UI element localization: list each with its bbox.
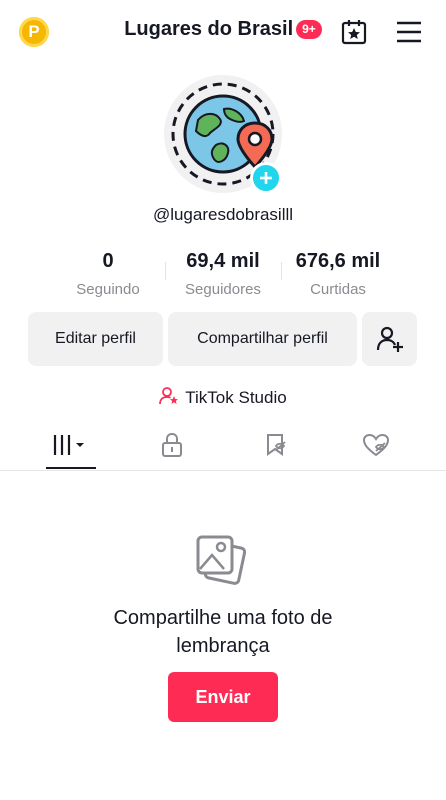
plus-icon: [260, 172, 272, 184]
stat-followers[interactable]: 69,4 mil Seguidores: [163, 250, 283, 298]
top-bar: P Lugares do Brasil 9+: [0, 0, 446, 64]
send-button[interactable]: Enviar: [168, 672, 278, 722]
edit-profile-button[interactable]: Editar perfil: [28, 312, 163, 366]
account-title[interactable]: Lugares do Brasil: [124, 18, 293, 40]
stat-following[interactable]: 0 Seguindo: [48, 250, 168, 298]
username: @lugaresdobrasilll: [152, 205, 294, 224]
grid-icon: [53, 435, 84, 455]
tab-private[interactable]: [122, 420, 222, 470]
add-friend-button[interactable]: [362, 312, 417, 366]
add-person-icon: [376, 326, 403, 352]
share-profile-button[interactable]: Compartilhar perfil: [168, 312, 357, 366]
tab-liked[interactable]: [326, 420, 426, 470]
stat-value: 69,4 mil: [186, 250, 260, 272]
title-area[interactable]: Lugares do Brasil 9+: [0, 18, 446, 41]
add-avatar-button[interactable]: [250, 162, 282, 194]
stat-label: Curtidas: [310, 281, 366, 298]
calendar-star-icon[interactable]: [340, 18, 368, 46]
studio-icon: [159, 387, 179, 405]
content-tabs: [0, 420, 446, 471]
notification-badge: 9+: [296, 20, 322, 39]
stat-value: 676,6 mil: [295, 250, 381, 272]
tab-videos[interactable]: [21, 420, 121, 470]
stat-likes[interactable]: 676,6 mil Curtidas: [278, 250, 398, 298]
stat-label: Seguindo: [76, 281, 140, 298]
tiktok-studio-link[interactable]: TikTok Studio: [0, 386, 446, 408]
stat-label: Seguidores: [185, 281, 261, 298]
empty-line-1: Compartilhe uma foto de: [113, 607, 333, 629]
menu-icon[interactable]: [396, 21, 422, 43]
studio-label: TikTok Studio: [185, 388, 287, 407]
lock-icon: [162, 432, 182, 457]
liked-icon: [362, 433, 390, 457]
photos-icon: [194, 533, 250, 594]
tab-saved[interactable]: [226, 420, 326, 470]
tag-icon: [267, 434, 286, 456]
active-tab-indicator: [46, 467, 96, 469]
empty-line-2: lembrança: [176, 635, 270, 657]
stat-value: 0: [102, 250, 114, 272]
empty-state-message: Compartilhe uma foto de lembrança: [0, 604, 446, 660]
